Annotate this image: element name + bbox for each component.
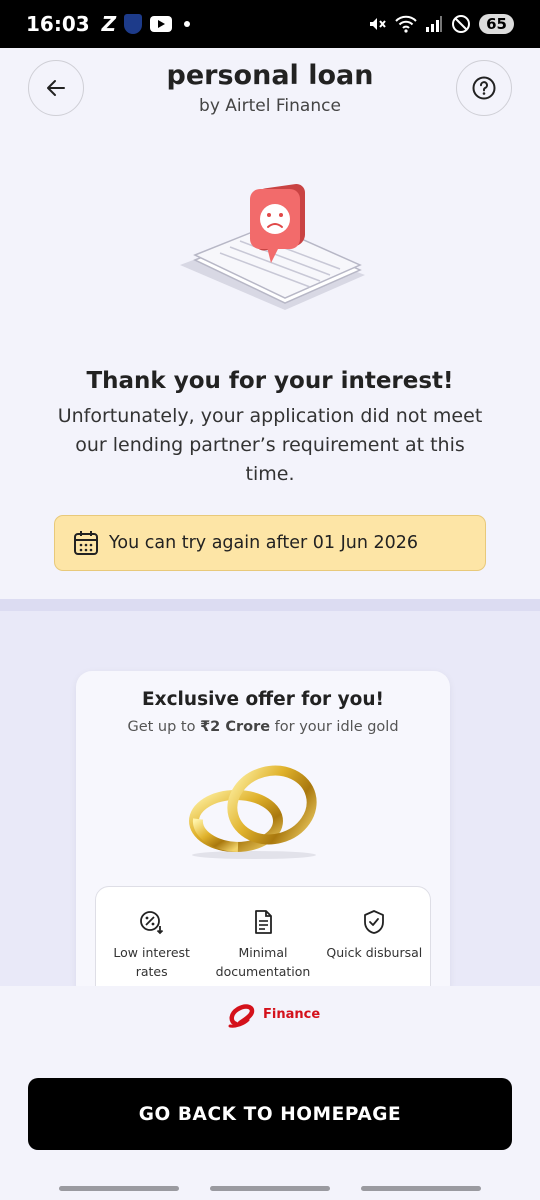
gold-loan-offer-card[interactable]: Exclusive offer for you! Get up to ₹2 Cr… (76, 671, 450, 1006)
go-back-to-homepage-button[interactable]: GO BACK TO HOMEPAGE (28, 1078, 512, 1150)
dnd-icon (452, 15, 471, 33)
airtel-logo-icon (228, 1004, 255, 1028)
help-icon (472, 76, 496, 100)
header: personal loan by Airtel Finance (0, 48, 540, 134)
status-left-icons: Z (102, 12, 191, 36)
result-heading: Thank you for your interest! (86, 368, 454, 394)
help-button[interactable] (456, 60, 512, 116)
status-bar: 16:03 Z 65 (0, 0, 540, 48)
offer-subtitle-prefix: Get up to (127, 719, 201, 735)
airtel-finance-brand: Finance (228, 1000, 320, 1028)
document-icon (255, 910, 272, 934)
feature-label: Quick disbursal (326, 945, 423, 960)
shield-icon (124, 14, 143, 34)
bottom-area: Finance GO BACK TO HOMEPAGE (0, 986, 540, 1200)
mute-icon (370, 18, 386, 30)
dot-icon (184, 21, 191, 27)
status-right-icons: 65 (367, 14, 514, 34)
offer-subtitle-suffix: for your idle gold (270, 719, 399, 735)
retry-date-text: You can try again after 01 Jun 2026 (109, 533, 419, 553)
nav-hint-left (59, 1186, 179, 1191)
battery-icon: 65 (479, 14, 514, 34)
z-icon: Z (101, 12, 117, 36)
gold-rings-image (189, 765, 317, 859)
nav-hint-center[interactable] (210, 1186, 330, 1191)
signal-icon (426, 16, 443, 32)
status-time: 16:03 (26, 12, 90, 36)
nav-hint-right (361, 1186, 481, 1191)
shield-check-icon (364, 910, 385, 934)
retry-date-banner: You can try again after 01 Jun 2026 (54, 515, 486, 571)
calendar-icon (74, 531, 98, 555)
offer-subtitle: Get up to ₹2 Crore for your idle gold (76, 719, 450, 735)
result-message: Unfortunately, your application did not … (57, 405, 483, 485)
percent-down-icon (139, 911, 163, 935)
rejected-application-illustration (180, 184, 365, 310)
feature-label: Low interest rates (113, 945, 190, 979)
offer-amount: ₹2 Crore (200, 719, 271, 735)
offer-title: Exclusive offer for you! (142, 689, 384, 710)
feature-label: Minimal documentation (215, 945, 311, 979)
wifi-icon (395, 15, 417, 33)
section-divider (0, 599, 540, 611)
brand-text: Finance (263, 1006, 321, 1022)
youtube-icon (150, 16, 173, 32)
